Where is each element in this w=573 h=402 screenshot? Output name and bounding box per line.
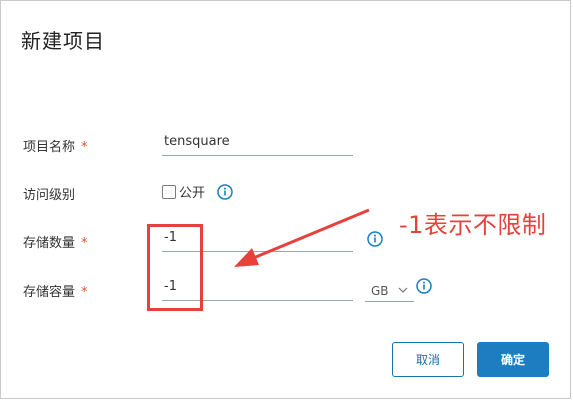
cancel-button[interactable]: 取消 <box>392 342 464 377</box>
info-circle-icon[interactable] <box>416 278 432 294</box>
info-circle-icon[interactable] <box>367 231 383 247</box>
required-mark: * <box>81 236 88 251</box>
required-mark: * <box>81 285 88 300</box>
capacity-unit-value: GB <box>371 283 389 298</box>
public-checkbox-row[interactable]: 公开 <box>162 182 205 201</box>
capacity-unit-select[interactable]: GB <box>365 280 414 302</box>
access-level-label: 访问级别 <box>23 188 76 203</box>
info-circle-icon[interactable] <box>217 184 233 200</box>
storage-capacity-label: 存储容量 * <box>23 281 88 300</box>
project-name-input[interactable]: tensquare <box>162 132 353 156</box>
storage-capacity-label-text: 存储容量 <box>23 285 76 300</box>
new-project-dialog: 新建项目 项目名称 * tensquare 访问级别 公开 存储数量 * -1 存储… <box>0 0 571 399</box>
confirm-button[interactable]: 确定 <box>477 342 549 377</box>
project-name-value: tensquare <box>164 134 230 149</box>
project-name-label: 项目名称 * <box>23 136 88 155</box>
annotation-highlight-box <box>147 224 203 311</box>
required-mark: * <box>81 140 88 155</box>
annotation-text: -1表示不限制 <box>399 211 547 239</box>
chevron-down-icon <box>398 287 408 293</box>
public-checkbox[interactable] <box>162 184 176 199</box>
storage-count-label-text: 存储数量 <box>23 236 76 251</box>
storage-count-label: 存储数量 * <box>23 232 88 251</box>
dialog-title: 新建项目 <box>21 29 105 53</box>
public-checkbox-label[interactable]: 公开 <box>179 182 205 201</box>
project-name-label-text: 项目名称 <box>23 140 76 155</box>
